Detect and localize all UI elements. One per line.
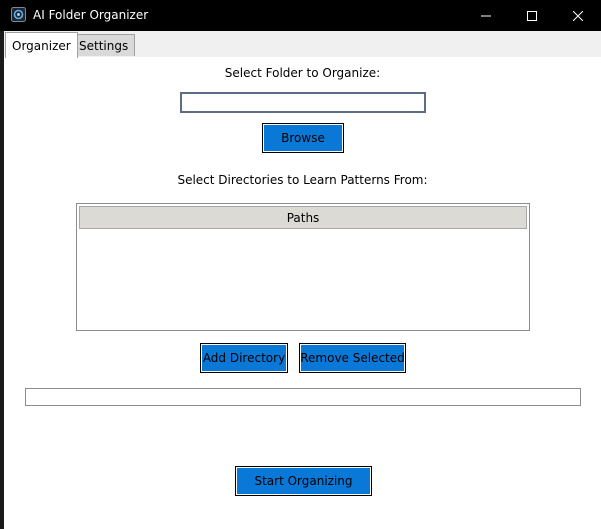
add-directory-button[interactable]: Add Directory: [200, 343, 288, 373]
learn-directories-label: Select Directories to Learn Patterns Fro…: [177, 173, 428, 187]
title-bar[interactable]: AI Folder Organizer: [0, 0, 601, 31]
select-folder-label: Select Folder to Organize:: [224, 66, 381, 80]
browse-button[interactable]: Browse: [262, 123, 344, 153]
client-area: Organizer Settings Select Folder to Orga…: [4, 31, 601, 529]
app-icon: [11, 7, 26, 22]
window-title: AI Folder Organizer: [33, 8, 149, 22]
app-window: AI Folder Organizer Organizer Settings S…: [0, 0, 601, 529]
remove-selected-button[interactable]: Remove Selected: [299, 343, 406, 373]
maximize-button[interactable]: [509, 0, 555, 31]
minimize-button[interactable]: [463, 0, 509, 31]
tab-settings[interactable]: Settings: [72, 34, 136, 56]
paths-column-header[interactable]: Paths: [79, 206, 527, 229]
close-button[interactable]: [555, 0, 601, 31]
maximize-icon: [527, 10, 537, 21]
minimize-icon: [481, 15, 491, 16]
progress-bar: [25, 388, 581, 406]
organizer-panel: Select Folder to Organize: Browse Select…: [4, 57, 601, 529]
start-organizing-button[interactable]: Start Organizing: [235, 466, 372, 496]
paths-list[interactable]: Paths: [76, 203, 530, 331]
tab-strip: Organizer Settings: [4, 31, 601, 58]
tab-organizer[interactable]: Organizer: [5, 32, 78, 58]
close-icon: [573, 10, 583, 21]
folder-path-input[interactable]: [180, 92, 426, 113]
